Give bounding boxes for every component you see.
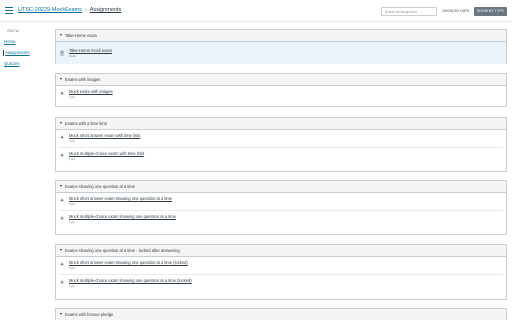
assignment-title-link[interactable]: Mock short answer exam showing one quest…	[69, 196, 172, 201]
group-title: Exams with images	[65, 77, 101, 82]
group-header[interactable]: Exams showing one question at a time	[56, 181, 506, 193]
group-header[interactable]: Take-Home exam	[56, 30, 506, 42]
assignment-points: 2 pts	[69, 96, 75, 99]
caret-down-icon	[60, 78, 62, 80]
caret-down-icon	[60, 34, 62, 36]
caret-down-icon	[60, 122, 62, 124]
assignment-group: Exams showing one question at a time ✈ M…	[55, 180, 507, 235]
quiz-rocket-icon: ✈	[60, 198, 65, 204]
sidebar-item-home[interactable]: Home	[4, 39, 34, 45]
assignment-row[interactable]: ✈ Mock short answer exam showing one que…	[56, 193, 506, 210]
assignment-points: 2 pts	[69, 203, 75, 206]
group-title: Take-Home exam	[65, 33, 98, 38]
search-input[interactable]: Search for Assignment	[381, 7, 437, 16]
assignment-points: 2 pts	[69, 267, 75, 270]
group-title: Exams with honour pledge	[65, 312, 114, 317]
caret-down-icon	[60, 249, 62, 251]
assignment-points: 2 pts	[69, 140, 75, 143]
show-by-type-button[interactable]: SHOW BY TYPE	[474, 7, 507, 16]
assignment-group: Exams with images ✈ Mock exam with image…	[55, 73, 507, 107]
assignment-points: 2 pts	[69, 158, 75, 161]
assignment-row[interactable]: ✈ Mock short answer exam showing one que…	[56, 257, 506, 274]
assignment-title-link[interactable]: Mock exam with images	[69, 89, 113, 94]
assignment-title-link[interactable]: Mock multiple-choice exam showing one qu…	[69, 278, 192, 283]
quiz-rocket-icon: ✈	[60, 135, 65, 141]
group-title: Exams showing one question at a time	[65, 184, 136, 189]
assignment-points: 2 pts	[69, 221, 75, 224]
assignment-title-link[interactable]: Take-Home mock exam	[69, 48, 112, 53]
group-header[interactable]: Exams with a time limit	[56, 118, 506, 130]
top-bar: UTSC-20229-MockExams › Assignments Search …	[0, 0, 512, 22]
assignment-row[interactable]: ✈ Mock short answer exam with time limit…	[56, 130, 506, 147]
quiz-rocket-icon: ✈	[60, 216, 65, 222]
group-header[interactable]: Exams with honour pledge	[56, 309, 506, 320]
show-by-date-button[interactable]: SHOW BY DATE	[441, 7, 471, 16]
hamburger-menu-icon[interactable]	[5, 7, 13, 14]
assignment-group: Exams with honour pledge	[55, 308, 507, 320]
assignment-title-link[interactable]: Mock short answer exam showing one quest…	[69, 260, 188, 265]
quiz-rocket-icon: ✈	[60, 153, 65, 159]
breadcrumb-current-page[interactable]: Assignments	[90, 7, 122, 13]
breadcrumb-separator: ›	[84, 7, 87, 13]
group-title: Exams with a time limit	[65, 121, 107, 126]
assignment-icon: 🗎	[60, 51, 65, 57]
assignment-title-link[interactable]: Mock multiple-choice exam with time limi…	[69, 151, 144, 156]
group-header[interactable]: Exams with images	[56, 74, 506, 86]
group-header[interactable]: Exams showing one question at a time - l…	[56, 245, 506, 257]
assignment-title-link[interactable]: Mock multiple-choice exam showing one qu…	[69, 214, 176, 219]
breadcrumb-course-link[interactable]: UTSC-20229-MockExams	[18, 7, 82, 13]
assignment-row[interactable]: 🗎 Take-Home mock exam 10 pts	[56, 42, 506, 64]
quiz-rocket-icon: ✈	[60, 280, 65, 286]
assignment-group: Exams showing one question at a time - l…	[55, 244, 507, 300]
course-term-label: 2022 W	[7, 29, 19, 33]
sidebar-item-assignments[interactable]: Assignments	[3, 50, 35, 56]
breadcrumb: UTSC-20229-MockExams › Assignments	[18, 6, 121, 14]
assignment-title-link[interactable]: Mock short answer exam with time limit	[69, 133, 140, 138]
sidebar-item-quizzes[interactable]: Quizzes	[4, 61, 34, 67]
assignment-group: Take-Home exam 🗎 Take-Home mock exam 10 …	[55, 29, 507, 64]
assignment-row[interactable]: ✈ Mock multiple-choice exam showing one …	[56, 211, 506, 228]
quiz-rocket-icon: ✈	[60, 262, 65, 268]
assignment-row[interactable]: ✈ Mock multiple-choice exam showing one …	[56, 275, 506, 292]
assignment-row[interactable]: ✈ Mock multiple-choice exam with time li…	[56, 148, 506, 165]
quiz-rocket-icon: ✈	[60, 91, 65, 97]
assignment-group: Exams with a time limit ✈ Mock short ans…	[55, 117, 507, 172]
assignment-points: 10 pts	[69, 55, 77, 58]
assignment-row[interactable]: ✈ Mock exam with images 2 pts	[56, 86, 506, 103]
assignment-points: 2 pts	[69, 285, 75, 288]
caret-down-icon	[60, 313, 62, 315]
caret-down-icon	[60, 185, 62, 187]
group-title: Exams showing one question at a time - l…	[65, 248, 180, 253]
